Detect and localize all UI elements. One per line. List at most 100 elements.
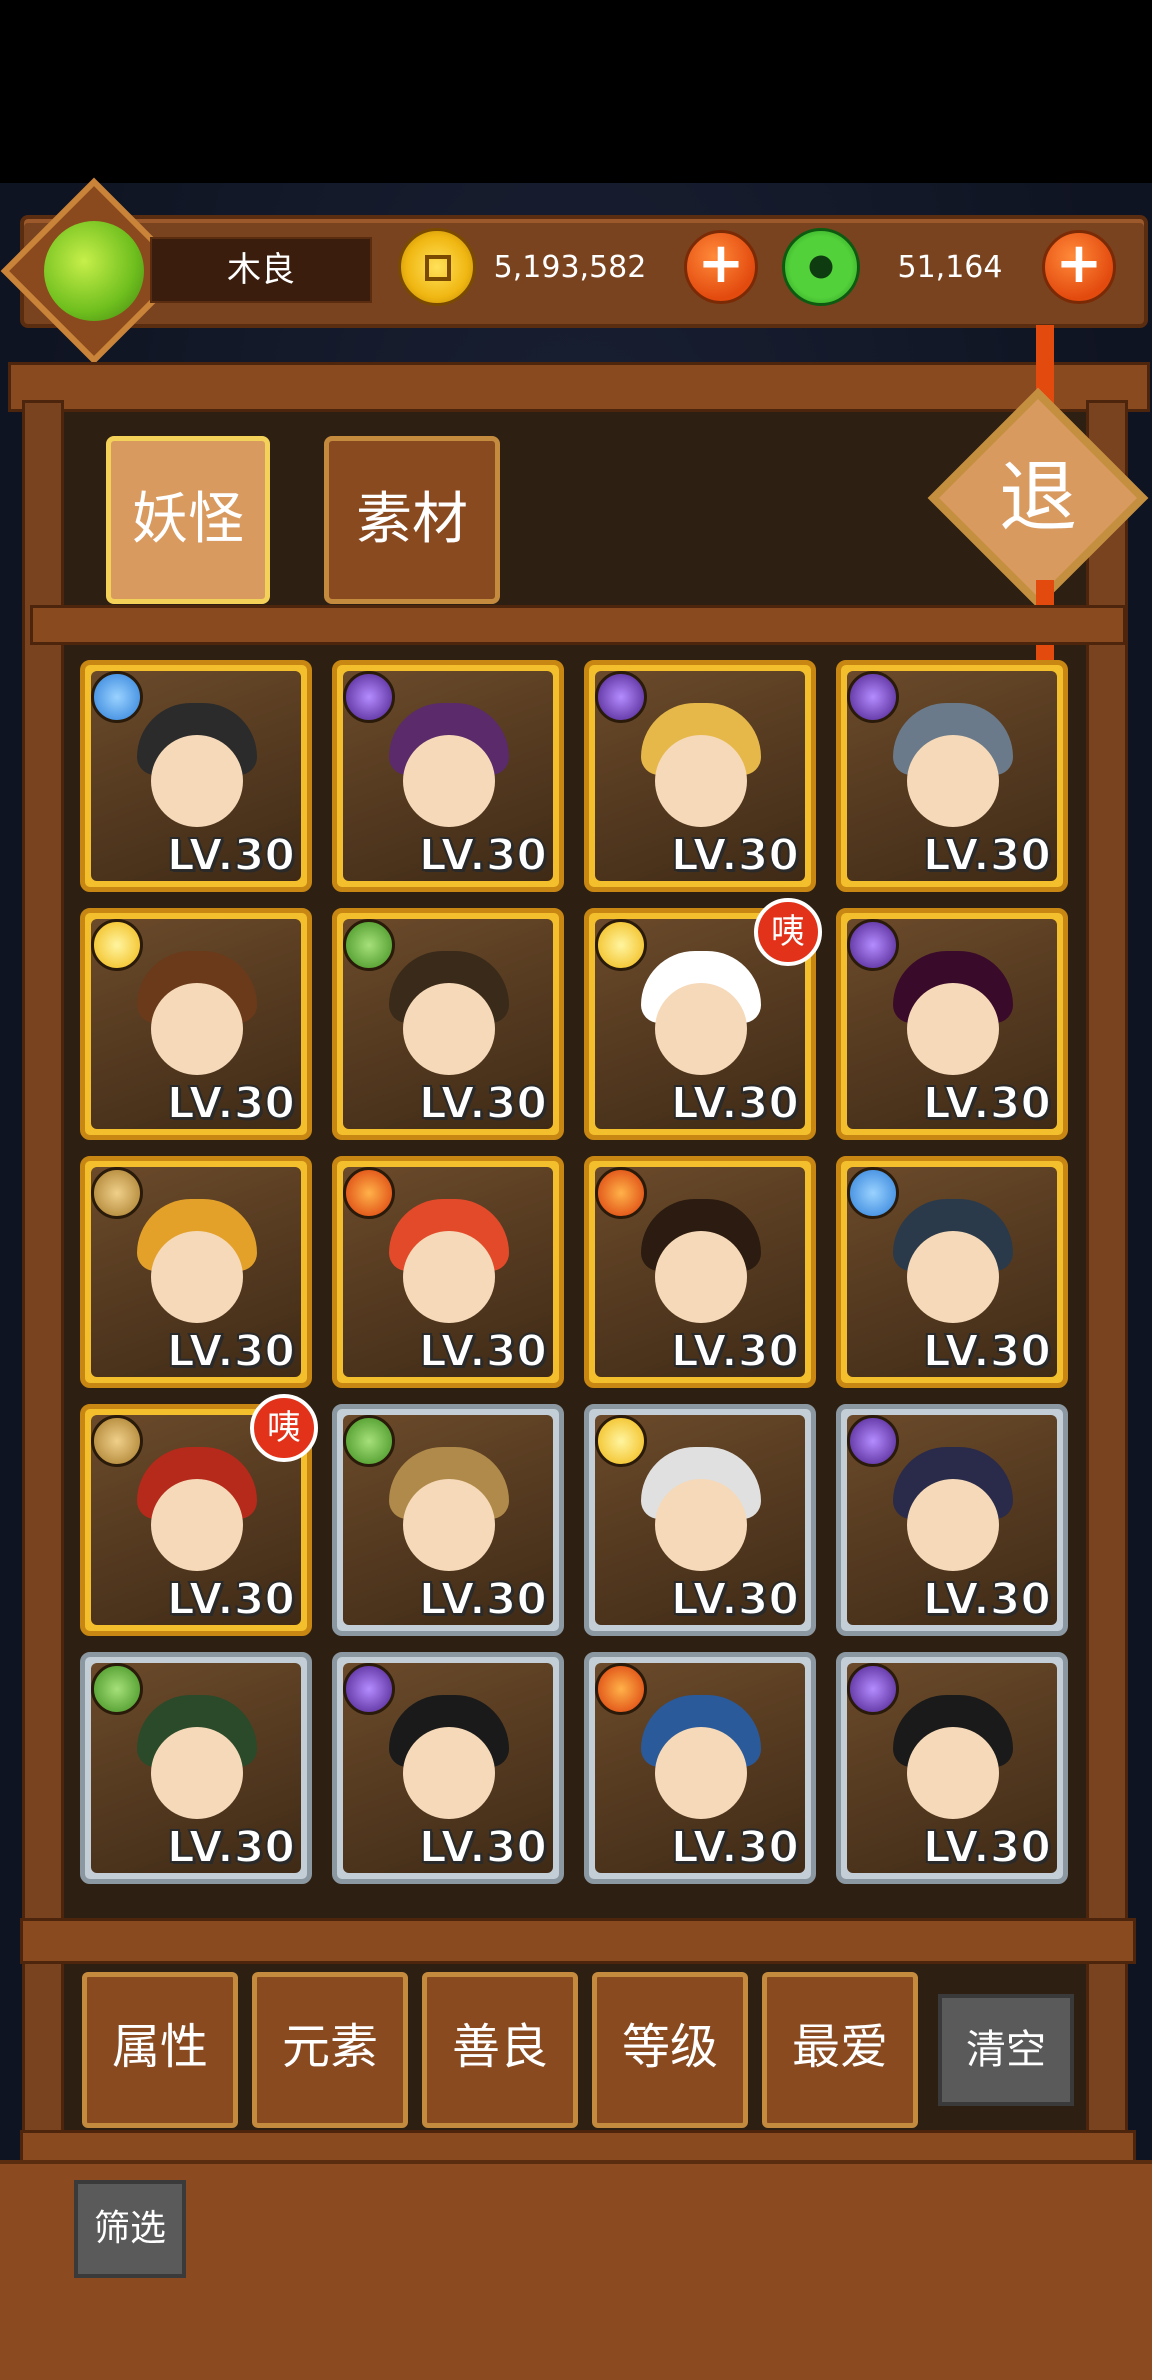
monster-face xyxy=(655,1479,747,1571)
monster-face xyxy=(655,735,747,827)
player-name: 木良 xyxy=(150,237,372,303)
monster-level: LV.30 xyxy=(418,1573,548,1626)
monster-face xyxy=(403,1231,495,1323)
monster-level: LV.30 xyxy=(166,1573,296,1626)
light-element-icon xyxy=(595,919,647,971)
monster-card[interactable]: LV.30 xyxy=(80,660,312,892)
monster-face xyxy=(151,1479,243,1571)
sift-button[interactable]: 筛选 xyxy=(74,2180,186,2278)
filter-attribute-button[interactable]: 属性 xyxy=(82,1972,238,2128)
fire-element-icon xyxy=(595,1167,647,1219)
dark-element-icon xyxy=(595,671,647,723)
filter-favorite-button[interactable]: 最爱 xyxy=(762,1972,918,2128)
clear-button[interactable]: 清空 xyxy=(938,1994,1074,2106)
monster-face xyxy=(907,1727,999,1819)
monster-face xyxy=(403,735,495,827)
fire-element-icon xyxy=(343,1167,395,1219)
monster-face xyxy=(655,1231,747,1323)
shelf-beam-top xyxy=(30,605,1126,645)
monster-level: LV.30 xyxy=(670,829,800,882)
monster-card[interactable]: LV.30 xyxy=(80,1652,312,1884)
water-element-icon xyxy=(91,671,143,723)
dark-element-icon xyxy=(343,1663,395,1715)
monster-card[interactable]: LV.30 xyxy=(332,908,564,1140)
monster-level: LV.30 xyxy=(670,1573,800,1626)
jade-amount: 51,164 xyxy=(897,250,1003,285)
cabinet-right-post xyxy=(1086,400,1128,2166)
dark-element-icon xyxy=(847,1415,899,1467)
monster-card[interactable]: LV.30 xyxy=(836,1404,1068,1636)
monster-level: LV.30 xyxy=(922,829,1052,882)
tab-monsters[interactable]: 妖怪 xyxy=(106,436,270,604)
monster-card[interactable]: LV.30 xyxy=(80,908,312,1140)
monster-grid: LV.30 LV.30 LV.30 LV.30 LV.30 LV.30 LV.30 咦 LV.3… xyxy=(80,660,1080,1915)
monster-card[interactable]: LV.30 xyxy=(332,1156,564,1388)
monster-level: LV.30 xyxy=(418,1077,548,1130)
monster-card[interactable]: LV.30 xyxy=(584,1404,816,1636)
add-jade-button[interactable]: + xyxy=(1042,230,1116,304)
light-element-icon xyxy=(91,919,143,971)
monster-card[interactable]: LV.30 xyxy=(584,1156,816,1388)
monster-level: LV.30 xyxy=(418,1325,548,1378)
fire-element-icon xyxy=(595,1663,647,1715)
monster-face xyxy=(151,735,243,827)
gold-amount: 5,193,582 xyxy=(493,250,647,285)
monster-card[interactable]: LV.30 xyxy=(836,908,1068,1140)
monster-face xyxy=(151,983,243,1075)
monster-face xyxy=(403,1727,495,1819)
wood-element-icon xyxy=(343,919,395,971)
filter-kindness-button[interactable]: 善良 xyxy=(422,1972,578,2128)
dark-element-icon xyxy=(343,671,395,723)
monster-level: LV.30 xyxy=(166,1821,296,1874)
monster-level: LV.30 xyxy=(418,829,548,882)
gold-coin-icon xyxy=(398,228,476,306)
monster-level: LV.30 xyxy=(922,1325,1052,1378)
tab-materials[interactable]: 素材 xyxy=(324,436,500,604)
cabinet-top-beam xyxy=(8,362,1150,412)
monster-card[interactable]: LV.30 xyxy=(584,660,816,892)
monster-card[interactable]: LV.30 xyxy=(836,1156,1068,1388)
monster-level: LV.30 xyxy=(166,1325,296,1378)
monster-card[interactable]: LV.30 xyxy=(332,660,564,892)
jade-gem-icon xyxy=(782,228,860,306)
earth-element-icon xyxy=(91,1167,143,1219)
monster-level: LV.30 xyxy=(670,1325,800,1378)
wood-element-icon xyxy=(343,1415,395,1467)
monster-card[interactable]: LV.30 xyxy=(836,1652,1068,1884)
new-badge: 咦 xyxy=(250,1394,318,1462)
monster-card[interactable]: LV.30 xyxy=(332,1404,564,1636)
monster-level: LV.30 xyxy=(922,1573,1052,1626)
dark-element-icon xyxy=(847,919,899,971)
monster-level: LV.30 xyxy=(166,829,296,882)
monster-face xyxy=(907,735,999,827)
earth-element-icon xyxy=(91,1415,143,1467)
monster-level: LV.30 xyxy=(670,1077,800,1130)
monster-card[interactable]: LV.30 xyxy=(584,1652,816,1884)
avatar[interactable] xyxy=(44,221,144,321)
monster-face xyxy=(907,983,999,1075)
add-gold-button[interactable]: + xyxy=(684,230,758,304)
dark-element-icon xyxy=(847,1663,899,1715)
exit-button[interactable]: 退 xyxy=(960,420,1116,576)
monster-face xyxy=(403,983,495,1075)
monster-level: LV.30 xyxy=(922,1821,1052,1874)
water-element-icon xyxy=(847,1167,899,1219)
monster-level: LV.30 xyxy=(418,1821,548,1874)
shelf-beam-bottom xyxy=(20,1918,1136,1964)
monster-card[interactable]: LV.30 xyxy=(332,1652,564,1884)
wood-element-icon xyxy=(91,1663,143,1715)
monster-face xyxy=(655,983,747,1075)
new-badge: 咦 xyxy=(754,898,822,966)
monster-face xyxy=(151,1231,243,1323)
monster-level: LV.30 xyxy=(922,1077,1052,1130)
monster-face xyxy=(151,1727,243,1819)
cabinet-left-post xyxy=(22,400,64,2166)
monster-face xyxy=(403,1479,495,1571)
monster-level: LV.30 xyxy=(166,1077,296,1130)
monster-card[interactable]: LV.30 xyxy=(80,1156,312,1388)
filter-level-button[interactable]: 等级 xyxy=(592,1972,748,2128)
monster-card[interactable]: LV.30 xyxy=(836,660,1068,892)
monster-level: LV.30 xyxy=(670,1821,800,1874)
monster-face xyxy=(655,1727,747,1819)
filter-element-button[interactable]: 元素 xyxy=(252,1972,408,2128)
